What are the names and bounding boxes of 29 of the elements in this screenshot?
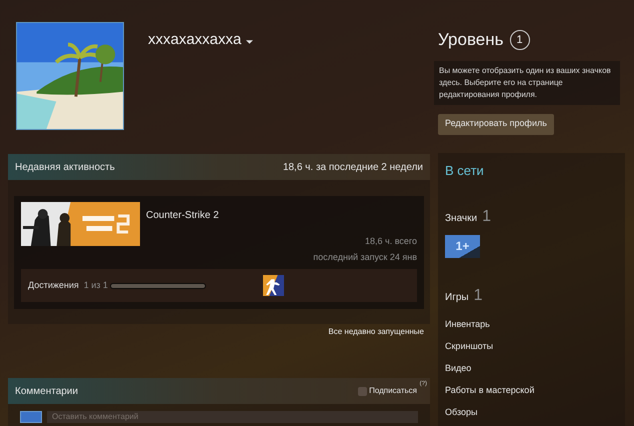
section-title[interactable]: Значки [445,210,478,226]
profile-name: xxxaxaxxaxxa [148,30,242,50]
section-title: Комментарии [15,384,78,398]
edit-profile-button[interactable]: Редактировать профиль [438,114,554,134]
subscribe-checkbox[interactable] [358,386,368,396]
sidebar-link[interactable]: Видео [445,362,618,374]
subscribe-label[interactable]: Подписаться [369,385,417,397]
online-status: В сети [445,162,485,180]
section-title[interactable]: Игры [445,290,469,304]
game-title[interactable]: Counter-Strike 2 [146,208,417,223]
hours-total: 18,6 ч. всего [365,235,417,248]
sidebar-link[interactable]: Обзоры [445,406,618,418]
sidebar-link[interactable]: Инвентарь [445,318,618,330]
section-title: Недавняя активность [15,160,115,174]
achievements-label: Достижения [28,278,79,292]
badge-hint: Вы можете отобразить один из ваших значков здесь. Выберите его на странице редактирования профиля. [434,60,620,104]
comment-field[interactable]: Оставить комментарий [47,411,418,423]
achievements-count: 1 из 1 [84,278,108,292]
caret-icon[interactable] [246,40,254,44]
section-count: 1 [474,286,482,306]
level-label: Уровень [438,29,504,51]
avatar [20,411,42,423]
sidebar-link[interactable]: Работы в мастерской [445,384,618,396]
sidebar-link[interactable]: Скриншоты [445,340,618,352]
all-recent-link[interactable]: Все недавно запущенные [328,326,424,338]
last-played: последний запуск 24 янв [313,250,417,264]
soldier-icon [262,275,284,296]
section-count: 1 [482,206,491,226]
playtime-summary: 18,6 ч. за последние 2 недели [282,160,423,174]
